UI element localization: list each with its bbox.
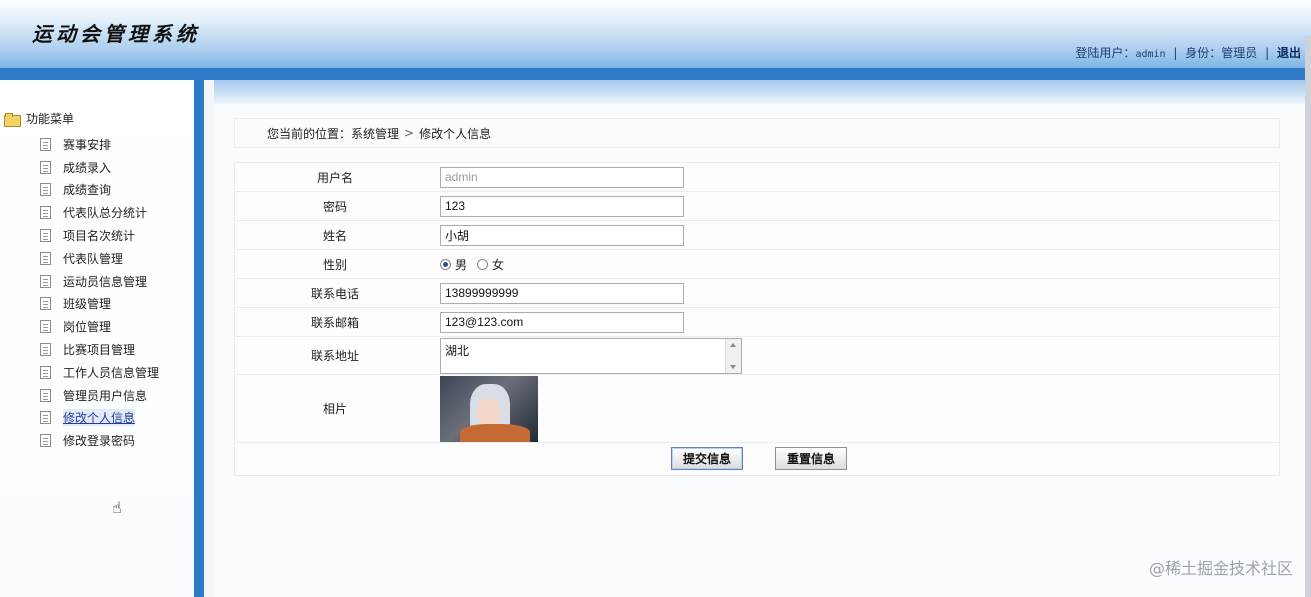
gender-radio-group: 男 女 — [440, 256, 504, 273]
watermark: @稀土掘金技术社区 — [1148, 559, 1293, 578]
document-icon — [40, 183, 51, 197]
gender-female-label: 女 — [492, 257, 505, 272]
breadcrumb-current: 修改个人信息 — [419, 126, 492, 141]
main-top-band — [214, 80, 1305, 104]
gender-male-label: 男 — [455, 257, 468, 272]
document-icon — [40, 297, 51, 311]
form-row-gender: 性别 男 女 — [235, 250, 1279, 279]
name-input[interactable] — [440, 224, 684, 246]
sidebar-item-score-query[interactable]: 成绩查询 — [40, 179, 159, 202]
document-icon — [40, 411, 51, 425]
document-icon — [40, 343, 51, 357]
address-value: 湖北 — [445, 343, 470, 358]
body — [460, 423, 530, 442]
profile-form: 用户名 密码 姓名 性别 男 女 联系电话 联系邮箱 — [234, 162, 1280, 476]
menu-root-label: 功能菜单 — [26, 112, 75, 126]
app-title: 运动会管理系统 — [32, 22, 200, 46]
gender-male-radio[interactable] — [440, 258, 451, 270]
main-content: 您当前的位置： 系统管理 > 修改个人信息 用户名 密码 姓名 性别 男 女 — [214, 80, 1305, 597]
sidebar-item-admin-users[interactable]: 管理员用户信息 — [40, 384, 159, 407]
profile-photo — [440, 375, 538, 442]
gender-label: 性别 — [322, 257, 347, 272]
breadcrumb-section: 系统管理 — [351, 126, 400, 141]
sidebar-item-event-ranking[interactable]: 项目名次统计 — [40, 224, 159, 247]
form-row-password: 密码 — [235, 192, 1279, 221]
password-input[interactable] — [440, 195, 684, 217]
menu-list: 赛事安排 成绩录入 成绩查询 代表队总分统计 项目名次统计 代表队管理 运动员信… — [40, 133, 159, 452]
sidebar-item-event-management[interactable]: 比赛项目管理 — [40, 338, 159, 361]
document-icon — [40, 251, 51, 265]
sidebar-item-position-management[interactable]: 岗位管理 — [40, 315, 159, 338]
menu-root[interactable]: 功能菜单 — [4, 110, 74, 127]
submit-button[interactable]: 提交信息 — [671, 447, 743, 470]
face — [478, 397, 500, 426]
sidebar-item-change-password[interactable]: 修改登录密码 — [40, 429, 159, 452]
document-icon — [40, 274, 51, 288]
folder-open-icon — [4, 112, 21, 127]
form-row-photo: 相片 — [235, 375, 1279, 443]
email-label: 联系邮箱 — [310, 315, 359, 330]
photo-label: 相片 — [322, 402, 347, 416]
sidebar-item-schedule[interactable]: 赛事安排 — [40, 133, 159, 156]
form-row-email: 联系邮箱 — [235, 308, 1279, 337]
document-icon — [40, 137, 51, 151]
gender-female-radio[interactable] — [477, 258, 489, 270]
reset-button[interactable]: 重置信息 — [775, 447, 847, 470]
form-row-username: 用户名 — [235, 163, 1279, 192]
document-icon — [40, 229, 51, 243]
form-row-name: 姓名 — [235, 221, 1279, 250]
document-icon — [40, 388, 51, 402]
user-info-bar: 登陆用户：admin | 身份：管理员 | 退出 — [1075, 44, 1301, 61]
username-label: 用户名 — [316, 170, 353, 185]
username-input[interactable] — [440, 166, 684, 188]
user-label: 登陆用户： — [1075, 46, 1136, 60]
sidebar-item-athlete-management[interactable]: 运动员信息管理 — [40, 270, 159, 293]
scroll-down-icon[interactable] — [730, 364, 736, 369]
sidebar: 功能菜单 赛事安排 成绩录入 成绩查询 代表队总分统计 项目名次统计 代表队管理… — [0, 80, 204, 597]
sidebar-item-edit-profile[interactable]: 修改个人信息 — [40, 407, 159, 430]
document-icon — [40, 160, 51, 174]
hand-cursor-icon: ☝ — [112, 498, 122, 517]
user-role: 管理员 — [1221, 46, 1258, 60]
address-label: 联系地址 — [310, 349, 359, 363]
window-edge — [1305, 36, 1311, 597]
sidebar-item-team-management[interactable]: 代表队管理 — [40, 247, 159, 270]
password-label: 密码 — [322, 199, 347, 214]
role-label: 身份： — [1185, 46, 1222, 60]
document-icon — [40, 320, 51, 334]
sidebar-item-class-management[interactable]: 班级管理 — [40, 293, 159, 316]
sidebar-item-score-entry[interactable]: 成绩录入 — [40, 156, 159, 179]
phone-label: 联系电话 — [310, 286, 359, 301]
sidebar-item-staff-management[interactable]: 工作人员信息管理 — [40, 361, 159, 384]
breadcrumb-prefix: 您当前的位置： — [267, 126, 352, 141]
breadcrumb: 您当前的位置： 系统管理 > 修改个人信息 — [234, 118, 1280, 148]
user-name: admin — [1135, 49, 1166, 60]
form-row-phone: 联系电话 — [235, 279, 1279, 308]
separator: | — [1265, 46, 1270, 60]
document-icon — [40, 206, 51, 220]
logout-link[interactable]: 退出 — [1277, 46, 1301, 60]
email-input[interactable] — [440, 311, 684, 333]
form-row-address: 联系地址 湖北 — [235, 337, 1279, 375]
header-divider — [0, 68, 1311, 80]
scroll-up-icon[interactable] — [730, 342, 736, 347]
name-label: 姓名 — [322, 228, 347, 243]
sidebar-item-team-total[interactable]: 代表队总分统计 — [40, 201, 159, 224]
textarea-scrollbar[interactable] — [725, 338, 741, 373]
document-icon — [40, 434, 51, 448]
address-textarea[interactable]: 湖北 — [440, 337, 742, 374]
separator: | — [1173, 46, 1178, 60]
form-row-actions: 提交信息 重置信息 — [235, 443, 1279, 475]
app-header: 运动会管理系统 登陆用户：admin | 身份：管理员 | 退出 — [0, 0, 1311, 68]
breadcrumb-separator: > — [404, 126, 415, 140]
form-actions: 提交信息 重置信息 — [671, 447, 847, 470]
phone-input[interactable] — [440, 282, 684, 304]
document-icon — [40, 365, 51, 379]
